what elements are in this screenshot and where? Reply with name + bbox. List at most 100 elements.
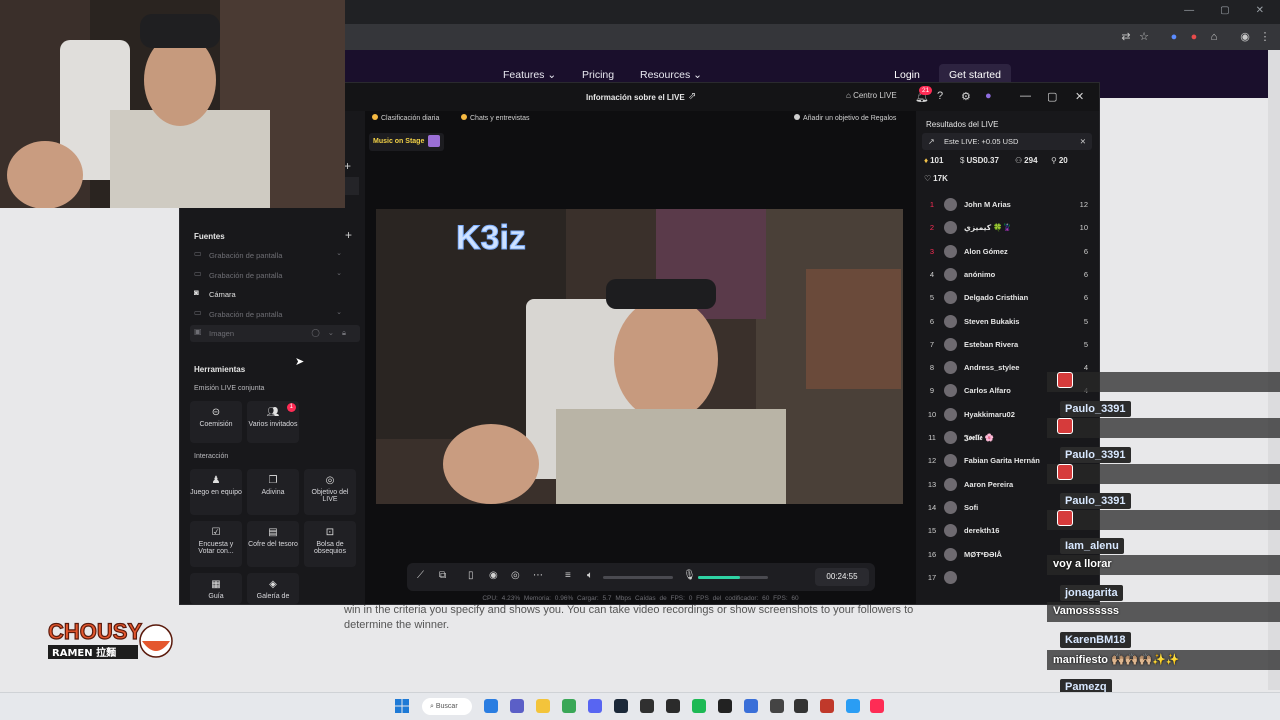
minimize-icon[interactable]: — <box>1020 90 1031 102</box>
home-icon: ⌂ <box>846 91 851 100</box>
source-item[interactable]: ▣ Imagen ◯⌄🔒︎ <box>190 325 360 342</box>
gallery-button[interactable]: ◈ Galería de <box>247 573 299 604</box>
discord-icon[interactable] <box>588 699 602 713</box>
earnings-banner[interactable]: ↗ Este LIVE: +0.05 USD ✕ <box>922 133 1092 150</box>
chat-username: Paulo_3391 <box>1060 447 1131 463</box>
taskbar-search[interactable]: ⌕ Buscar <box>422 698 472 715</box>
ranking-row[interactable]: 5 Delgado Cristhian 6 <box>922 288 1092 308</box>
chevron-down-icon[interactable]: ⌄ <box>336 249 342 257</box>
teams-icon[interactable] <box>510 699 524 713</box>
obs-icon[interactable] <box>640 699 654 713</box>
layout-icon[interactable]: ⧉ <box>439 570 446 581</box>
tiktok-icon[interactable] <box>870 699 884 713</box>
music-on-stage-tag[interactable]: Music on Stage <box>369 133 445 151</box>
chevron-down-icon[interactable]: ⌄ <box>336 269 342 277</box>
tool-badge: 1 <box>286 403 296 412</box>
source-controls[interactable]: ◯⌄🔒︎ <box>311 328 354 338</box>
team-game-button[interactable]: ♟ Juego en equipo <box>190 469 242 515</box>
music-icon <box>428 135 441 148</box>
ranking-row[interactable]: 4 anónimo 6 <box>922 265 1092 285</box>
browser-scrollbar[interactable] <box>1268 50 1280 690</box>
chip-label: Añadir un objetivo de Regalos <box>803 115 897 122</box>
camera-icon: ◙ <box>194 288 199 297</box>
rank-number: 11 <box>928 433 936 442</box>
phone-icon[interactable]: ▯ <box>468 570 474 581</box>
source-item[interactable]: ◙ Cámara <box>190 286 360 303</box>
steam-icon[interactable] <box>614 699 628 713</box>
ranking-row[interactable]: 3 Alon Gómez 6 <box>922 242 1092 262</box>
shield-icon[interactable] <box>846 699 860 713</box>
poll-button[interactable]: ☑ Encuesta y Votar con... <box>190 521 242 567</box>
ranking-row[interactable]: 1 John M Arias 12 <box>922 195 1092 215</box>
replay-icon[interactable]: ◎ <box>511 570 520 581</box>
microphone-icon[interactable]: 🎙︎ <box>683 570 696 581</box>
rank-number: 8 <box>929 363 935 373</box>
guide-button[interactable]: ▦ Guía <box>190 573 242 604</box>
source-item[interactable]: ▭ Grabación de pantalla ⌄ <box>190 267 360 284</box>
close-icon[interactable]: ✕ <box>1080 133 1086 150</box>
coemision-button[interactable]: ⊝ Coemisión <box>190 401 242 443</box>
help-icon[interactable]: ? <box>937 90 943 102</box>
link-icon: ⊝ <box>211 407 221 418</box>
star-icon[interactable]: ☆ <box>1137 30 1151 44</box>
menu-icon[interactable]: ⋮ <box>1258 30 1272 44</box>
source-item[interactable]: ▭ Grabación de pantalla ⌄ <box>190 247 360 264</box>
viewer-name: Andress_stylee <box>964 363 1020 373</box>
ranking-row[interactable]: 6 Steven Bukakis 5 <box>922 312 1092 332</box>
centro-live-button[interactable]: ⌂ Centro LIVE <box>846 91 897 100</box>
avatar[interactable]: ● <box>985 90 992 102</box>
daily-ranking-chip[interactable]: Clasificación diaria <box>372 114 439 122</box>
ranking-row[interactable]: 2 كيميزي 🍀🦹 10 <box>922 218 1092 238</box>
gift-goal-chip[interactable]: Añadir un objetivo de Regalos <box>794 114 896 122</box>
nav-pricing[interactable]: Pricing <box>582 69 614 81</box>
app-icon[interactable] <box>770 699 784 713</box>
record-icon[interactable]: ◉ <box>489 570 498 581</box>
spotify-icon[interactable] <box>692 699 706 713</box>
close-icon[interactable]: ✕ <box>1075 90 1084 103</box>
extension-icon[interactable]: ⌂ <box>1207 30 1221 44</box>
profile-icon[interactable]: ◉ <box>1238 30 1252 44</box>
chat-message: manifiesto 🙌🏼🙌🏼🙌🏼✨✨ <box>1053 654 1180 666</box>
live-preview-video[interactable]: K3iz <box>376 209 903 504</box>
mixer-icon[interactable]: ≡ <box>565 570 571 581</box>
maximize-icon[interactable]: ▢ <box>1047 90 1057 103</box>
chip-label: Clasificación diaria <box>381 115 440 122</box>
gift-bag-button[interactable]: ⊡ Bolsa de obsequios <box>304 521 356 567</box>
maximize-icon[interactable]: ▢ <box>1220 5 1229 16</box>
app-icon[interactable] <box>744 699 758 713</box>
add-source-icon[interactable]: + <box>345 228 352 242</box>
ranking-row[interactable]: 7 Esteban Rivera 5 <box>922 335 1092 355</box>
edge-icon[interactable] <box>484 699 498 713</box>
extension-icon[interactable]: ● <box>1187 30 1201 44</box>
source-item[interactable]: ▭ Grabación de pantalla ⌄ <box>190 306 360 323</box>
earnings-text: Este LIVE: +0.05 USD <box>944 137 1019 146</box>
translate-icon[interactable]: ⇄ <box>1119 30 1133 44</box>
guess-button[interactable]: ❐ Adivina <box>247 469 299 515</box>
extension-icon[interactable]: ● <box>1167 30 1181 44</box>
share-icon[interactable]: ⇗ <box>688 91 696 102</box>
app-icon[interactable] <box>794 699 808 713</box>
treasure-chest-button[interactable]: ▤ Cofre del tesoro <box>247 521 299 567</box>
volume-icon[interactable]: 🔈︎ <box>587 570 593 581</box>
chevron-down-icon[interactable]: ⌄ <box>336 308 342 316</box>
windows-start-icon[interactable] <box>395 699 409 713</box>
more-icon[interactable]: ⋯ <box>533 570 543 581</box>
live-app-icon[interactable] <box>718 699 732 713</box>
app-icon[interactable] <box>666 699 680 713</box>
magic-icon[interactable]: ⟋ <box>417 570 424 581</box>
varios-invitados-button[interactable]: 1 👥︎ Varios invitados <box>247 401 299 443</box>
gear-icon[interactable]: ⚙ <box>961 90 971 103</box>
chats-chip[interactable]: Chats y entrevistas <box>461 114 530 122</box>
volume-slider[interactable] <box>603 576 673 579</box>
close-icon[interactable]: ✕ <box>1256 5 1264 16</box>
nav-features[interactable]: Features ⌄ <box>503 69 556 81</box>
minimize-icon[interactable]: — <box>1184 5 1194 16</box>
live-goal-button[interactable]: ◎ Objetivo del LIVE <box>304 469 356 515</box>
folder-icon[interactable] <box>536 699 550 713</box>
nav-resources[interactable]: Resources ⌄ <box>640 69 702 81</box>
pin-icon <box>794 114 800 120</box>
add-scene-icon[interactable]: + <box>344 159 351 173</box>
chrome-icon[interactable] <box>562 699 576 713</box>
app-icon[interactable] <box>820 699 834 713</box>
mic-slider[interactable] <box>698 576 768 579</box>
